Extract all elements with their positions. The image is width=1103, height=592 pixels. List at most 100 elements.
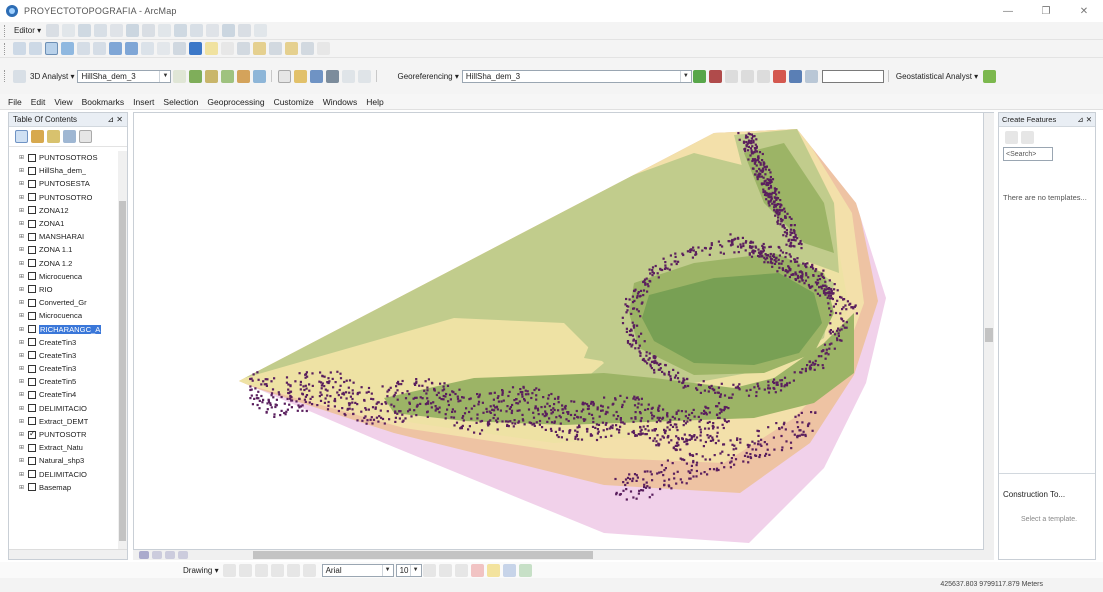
template-search-input[interactable]: <Search>	[1003, 147, 1053, 161]
text-tool-icon[interactable]	[287, 563, 301, 577]
layer-visibility-checkbox[interactable]	[28, 219, 36, 228]
layer-visibility-checkbox[interactable]	[28, 429, 36, 439]
expand-icon[interactable]: ⊞	[19, 352, 28, 359]
pan-3d-icon[interactable]	[341, 69, 355, 83]
layer-visibility-checkbox[interactable]	[28, 285, 36, 294]
time-slider-icon[interactable]	[300, 42, 314, 55]
delete-link-icon[interactable]	[773, 69, 787, 83]
zoom-out-icon[interactable]	[28, 42, 42, 55]
menu-windows[interactable]: Windows	[323, 97, 357, 107]
attributes-icon[interactable]	[221, 24, 235, 37]
list-by-drawing-order-icon[interactable]	[14, 130, 28, 143]
straight-segment-icon[interactable]	[77, 24, 91, 37]
menu-edit[interactable]: Edit	[31, 97, 46, 107]
expand-icon[interactable]: ⊞	[19, 260, 28, 267]
menu-help[interactable]: Help	[366, 97, 383, 107]
toc-layer-row[interactable]: ⊞ MANSHARAI	[9, 230, 119, 243]
identify-icon[interactable]	[188, 42, 202, 55]
split-icon[interactable]	[189, 24, 203, 37]
interpolate-point-icon[interactable]	[220, 69, 234, 83]
toc-layer-row[interactable]: ⊞ ZONA 1.1	[9, 243, 119, 256]
go-to-xy-icon[interactable]	[284, 42, 298, 55]
toolbar-grip[interactable]	[4, 42, 7, 55]
toc-layer-row[interactable]: ⊞ Extract_DEMT	[9, 415, 119, 428]
marker-color-icon[interactable]	[519, 563, 533, 577]
expand-icon[interactable]: ⊞	[19, 378, 28, 385]
expand-icon[interactable]: ⊞	[19, 233, 28, 240]
fill-color-icon[interactable]	[487, 563, 501, 577]
toc-scroll-thumb[interactable]	[119, 201, 126, 541]
interpolate-polygon-icon[interactable]	[252, 69, 266, 83]
clear-selection-icon[interactable]	[156, 42, 170, 55]
rotate-element-icon[interactable]	[239, 563, 253, 577]
layer-visibility-checkbox[interactable]	[28, 443, 36, 452]
layer-visibility-checkbox[interactable]	[28, 377, 36, 386]
select-elements-icon[interactable]	[172, 42, 186, 55]
expand-icon[interactable]: ⊞	[19, 246, 28, 253]
back-extent-icon[interactable]	[108, 42, 122, 55]
menu-insert[interactable]: Insert	[133, 97, 154, 107]
toc-layer-row[interactable]: ⊞ CreateTin5	[9, 375, 119, 388]
layer-visibility-checkbox[interactable]	[28, 456, 36, 465]
fixed-zoom-in-icon[interactable]	[76, 42, 90, 55]
layer-visibility-checkbox[interactable]	[28, 325, 36, 334]
font-name-select[interactable]: Arial ▼	[321, 563, 394, 577]
refresh-icon[interactable]	[165, 551, 175, 559]
map-canvas[interactable]	[134, 113, 984, 550]
expand-icon[interactable]: ⊞	[19, 471, 28, 478]
toolbar-grip[interactable]	[4, 24, 7, 37]
map-vertical-scrollbar[interactable]	[984, 112, 994, 550]
toc-layer-row[interactable]: ⊞ PUNTOSOTROS	[9, 151, 119, 164]
toc-horizontal-scrollbar[interactable]	[9, 549, 127, 559]
3d-analyst-menu-button[interactable]: 3D Analyst ▾	[30, 72, 74, 81]
filter-icon[interactable]	[1020, 131, 1034, 144]
bold-icon[interactable]	[423, 563, 437, 577]
georeferencing-layer-select[interactable]: HillSha_dem_3 ▼	[461, 69, 692, 83]
layer-visibility-checkbox[interactable]	[28, 193, 36, 202]
restore-button[interactable]: ❐	[1027, 0, 1065, 22]
list-by-source-icon[interactable]	[30, 130, 44, 143]
toc-layer-row[interactable]: ⊞ RICHARANGC_A	[9, 322, 119, 335]
profile-graph-icon[interactable]	[277, 69, 291, 83]
layer-visibility-checkbox[interactable]	[28, 311, 36, 320]
toc-layer-row[interactable]: ⊞ CreateTin4	[9, 388, 119, 401]
expand-icon[interactable]: ⊞	[19, 220, 28, 227]
steepest-path-icon[interactable]	[188, 69, 202, 83]
geostatistical-wizard-icon[interactable]	[982, 69, 996, 83]
add-control-points-icon[interactable]	[357, 69, 371, 83]
find-route-icon[interactable]	[268, 42, 282, 55]
map-view[interactable]	[133, 112, 984, 550]
underline-icon[interactable]	[455, 563, 469, 577]
expand-icon[interactable]: ⊞	[19, 207, 28, 214]
toc-layer-row[interactable]: ⊞PUNTOSOTR	[9, 428, 119, 441]
interpolate-line-icon[interactable]	[236, 69, 250, 83]
edit-tool-icon[interactable]	[45, 24, 59, 37]
edit-vertices-icon[interactable]	[141, 24, 155, 37]
menu-bookmarks[interactable]: Bookmarks	[82, 97, 125, 107]
pause-drawing-icon[interactable]	[178, 551, 188, 559]
menu-customize[interactable]: Customize	[274, 97, 314, 107]
expand-icon[interactable]: ⊞	[19, 286, 28, 293]
layer-visibility-checkbox[interactable]	[28, 272, 36, 281]
expand-icon[interactable]: ⊞	[19, 154, 28, 161]
layer-visibility-checkbox[interactable]	[28, 483, 36, 492]
expand-icon[interactable]: ⊞	[19, 365, 28, 372]
toc-layer-row[interactable]: ⊞ CreateTin3	[9, 349, 119, 362]
html-popup-icon[interactable]	[220, 42, 234, 55]
expand-icon[interactable]: ⊞	[19, 391, 28, 398]
layer-visibility-checkbox[interactable]	[28, 390, 36, 399]
expand-icon[interactable]: ⊞	[19, 457, 28, 464]
create-contour-icon[interactable]	[172, 69, 186, 83]
editor-menu-button[interactable]: Editor ▾	[14, 26, 41, 35]
organize-templates-icon[interactable]	[1004, 131, 1018, 144]
toc-layer-row[interactable]: ⊞ ZONA 1.2	[9, 257, 119, 270]
zoom-in-icon[interactable]	[12, 42, 26, 55]
list-by-visibility-icon[interactable]	[46, 130, 60, 143]
toc-layer-row[interactable]: ⊞ Converted_Gr	[9, 296, 119, 309]
layer-visibility-checkbox[interactable]	[28, 470, 36, 479]
toc-layer-row[interactable]: ⊞ PUNTOSOTRO	[9, 191, 119, 204]
callout-icon[interactable]	[303, 563, 317, 577]
full-extent-icon[interactable]	[60, 42, 74, 55]
add-points-icon[interactable]	[741, 69, 755, 83]
map-scroll-thumb[interactable]	[985, 328, 993, 342]
